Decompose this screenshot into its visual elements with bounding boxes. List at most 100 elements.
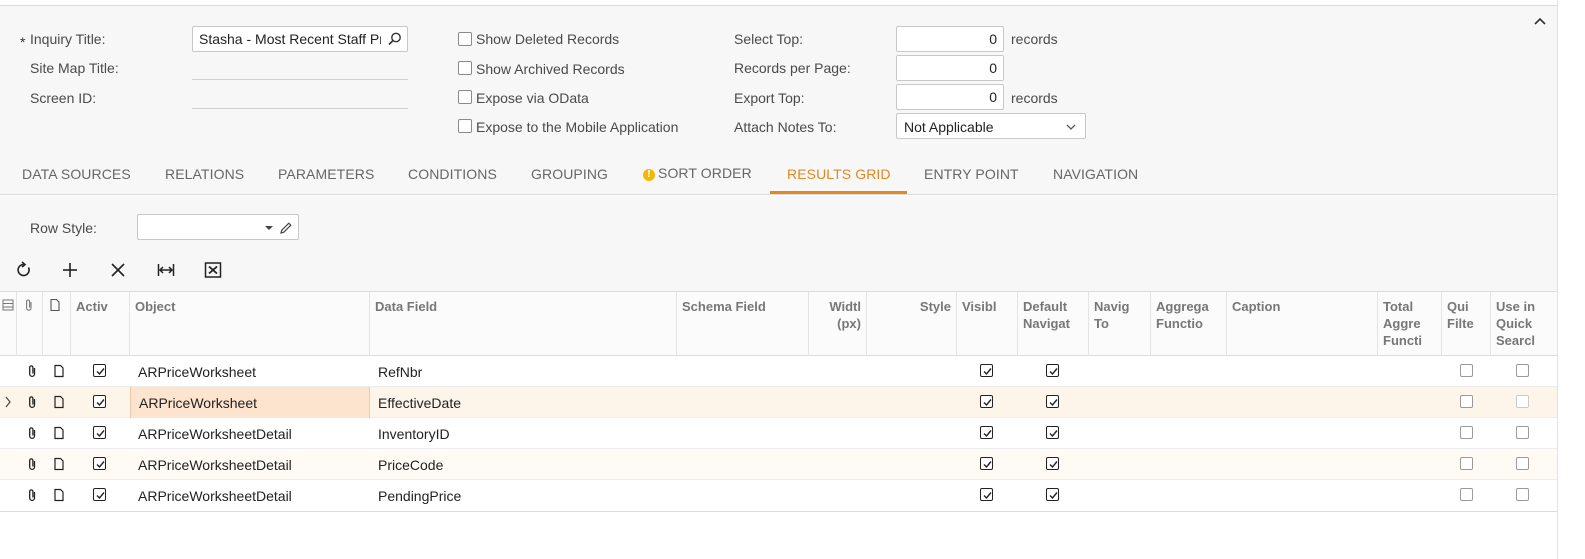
refresh-icon[interactable] xyxy=(14,260,34,280)
object-cell[interactable]: ARPriceWorksheet xyxy=(130,356,370,387)
object-cell[interactable]: ARPriceWorksheetDetail xyxy=(130,449,370,480)
data-field-cell[interactable]: PriceCode xyxy=(370,449,677,480)
quick-search-checkbox[interactable] xyxy=(1516,457,1529,470)
width-column-header[interactable]: Widtl (px) xyxy=(809,292,867,356)
records-per-page-input[interactable]: 0 xyxy=(896,55,1004,81)
object-cell-selected[interactable]: ARPriceWorksheet xyxy=(130,387,370,418)
visible-checkbox[interactable] xyxy=(980,364,993,377)
default-nav-checkbox[interactable] xyxy=(1046,426,1059,439)
paperclip-icon[interactable] xyxy=(25,488,39,502)
schema-field-column-header[interactable]: Schema Field xyxy=(677,292,809,356)
table-row[interactable]: ARPriceWorksheet RefNbr xyxy=(0,356,1557,387)
total-aggr-column-header[interactable]: Total Aggre Functi xyxy=(1378,292,1442,356)
active-checkbox[interactable] xyxy=(93,395,106,408)
visible-checkbox[interactable] xyxy=(980,457,993,470)
attach-notes-select[interactable]: Not Applicable xyxy=(896,113,1086,139)
add-row-icon[interactable] xyxy=(60,260,80,280)
table-row-selected[interactable]: ARPriceWorksheet EffectiveDate xyxy=(0,387,1557,418)
chevron-up-icon xyxy=(1534,17,1546,25)
row-style-label: Row Style: xyxy=(30,220,97,236)
tab-conditions[interactable]: CONDITIONS xyxy=(408,166,497,182)
paperclip-icon[interactable] xyxy=(25,395,39,409)
visible-checkbox[interactable] xyxy=(980,395,993,408)
note-icon[interactable] xyxy=(52,364,66,378)
quick-search-column-header[interactable]: Use in Quick Searcl xyxy=(1491,292,1557,356)
edit-icon[interactable] xyxy=(279,221,293,235)
aggregate-column-header[interactable]: Aggrega Functio xyxy=(1151,292,1227,356)
data-field-cell[interactable]: RefNbr xyxy=(370,356,677,387)
collapse-summary-button[interactable] xyxy=(1530,12,1550,32)
tab-parameters[interactable]: PARAMETERS xyxy=(278,166,374,182)
quick-filter-column-header[interactable]: Qui Filte xyxy=(1442,292,1491,356)
default-nav-checkbox[interactable] xyxy=(1046,457,1059,470)
visible-column-header[interactable]: Visibl xyxy=(957,292,1018,356)
quick-search-checkbox[interactable] xyxy=(1516,488,1529,501)
style-column-header[interactable]: Style xyxy=(867,292,957,356)
tab-entry-point[interactable]: ENTRY POINT xyxy=(924,166,1019,182)
quick-search-checkbox[interactable] xyxy=(1516,395,1529,408)
data-field-cell[interactable]: PendingPrice xyxy=(370,480,677,511)
table-row[interactable]: ARPriceWorksheetDetail InventoryID xyxy=(0,418,1557,449)
select-top-input[interactable]: 0 xyxy=(896,26,1004,52)
expose-mobile-checkbox[interactable] xyxy=(458,119,472,133)
object-column-header[interactable]: Object xyxy=(130,292,370,356)
screen-id-label: Screen ID: xyxy=(30,90,97,106)
tab-relations[interactable]: RELATIONS xyxy=(165,166,244,182)
quick-filter-checkbox[interactable] xyxy=(1460,364,1473,377)
quick-filter-checkbox[interactable] xyxy=(1460,457,1473,470)
paperclip-icon[interactable] xyxy=(25,457,39,471)
column-chooser-header[interactable] xyxy=(0,292,17,356)
active-checkbox[interactable] xyxy=(93,488,106,501)
site-map-title-field[interactable] xyxy=(192,58,408,80)
inquiry-title-field[interactable]: Stasha - Most Recent Staff Pri xyxy=(192,26,408,52)
column-config-icon xyxy=(2,299,14,311)
table-row[interactable]: ARPriceWorksheetDetail PriceCode xyxy=(0,449,1557,480)
delete-row-icon[interactable] xyxy=(108,260,128,280)
default-nav-column-header[interactable]: Default Navigat xyxy=(1018,292,1089,356)
default-nav-checkbox[interactable] xyxy=(1046,364,1059,377)
show-deleted-checkbox[interactable] xyxy=(458,32,472,46)
note-icon[interactable] xyxy=(52,457,66,471)
note-icon[interactable] xyxy=(52,488,66,502)
object-cell[interactable]: ARPriceWorksheetDetail xyxy=(130,418,370,449)
select-top-unit: records xyxy=(1011,31,1058,47)
show-archived-checkbox[interactable] xyxy=(458,61,472,75)
navig-to-column-header[interactable]: Navig To xyxy=(1089,292,1151,356)
quick-filter-checkbox[interactable] xyxy=(1460,488,1473,501)
tab-navigation[interactable]: NAVIGATION xyxy=(1053,166,1138,182)
search-icon[interactable] xyxy=(387,31,403,47)
visible-checkbox[interactable] xyxy=(980,488,993,501)
note-icon[interactable] xyxy=(52,426,66,440)
data-field-cell[interactable]: InventoryID xyxy=(370,418,677,449)
tab-data-sources[interactable]: DATA SOURCES xyxy=(22,166,131,182)
visible-checkbox[interactable] xyxy=(980,426,993,439)
active-checkbox[interactable] xyxy=(93,457,106,470)
row-style-select[interactable] xyxy=(137,214,299,240)
right-scroll-rail[interactable] xyxy=(1557,0,1585,559)
note-icon[interactable] xyxy=(52,395,66,409)
quick-filter-checkbox[interactable] xyxy=(1460,395,1473,408)
quick-filter-checkbox[interactable] xyxy=(1460,426,1473,439)
tab-results-grid[interactable]: RESULTS GRID xyxy=(787,166,891,182)
data-field-cell[interactable]: EffectiveDate xyxy=(370,387,677,418)
fit-columns-icon[interactable] xyxy=(156,260,176,280)
table-row[interactable]: ARPriceWorksheetDetail PendingPrice xyxy=(0,480,1557,511)
quick-search-checkbox[interactable] xyxy=(1516,364,1529,377)
expose-odata-checkbox[interactable] xyxy=(458,90,472,104)
paperclip-icon[interactable] xyxy=(25,426,39,440)
paperclip-icon[interactable] xyxy=(25,364,39,378)
active-checkbox[interactable] xyxy=(93,364,106,377)
data-field-column-header[interactable]: Data Field xyxy=(370,292,677,356)
export-top-input[interactable]: 0 xyxy=(896,84,1004,110)
quick-search-checkbox[interactable] xyxy=(1516,426,1529,439)
export-excel-icon[interactable] xyxy=(203,260,223,280)
object-cell[interactable]: ARPriceWorksheetDetail xyxy=(130,480,370,511)
caption-column-header[interactable]: Caption xyxy=(1227,292,1378,356)
active-checkbox[interactable] xyxy=(93,426,106,439)
tab-grouping[interactable]: GROUPING xyxy=(531,166,608,182)
active-column-header[interactable]: Activ xyxy=(71,292,130,356)
default-nav-checkbox[interactable] xyxy=(1046,488,1059,501)
default-nav-checkbox[interactable] xyxy=(1046,395,1059,408)
screen-id-field[interactable] xyxy=(192,87,408,109)
tab-sort-order[interactable]: ! SORT ORDER xyxy=(643,165,752,181)
